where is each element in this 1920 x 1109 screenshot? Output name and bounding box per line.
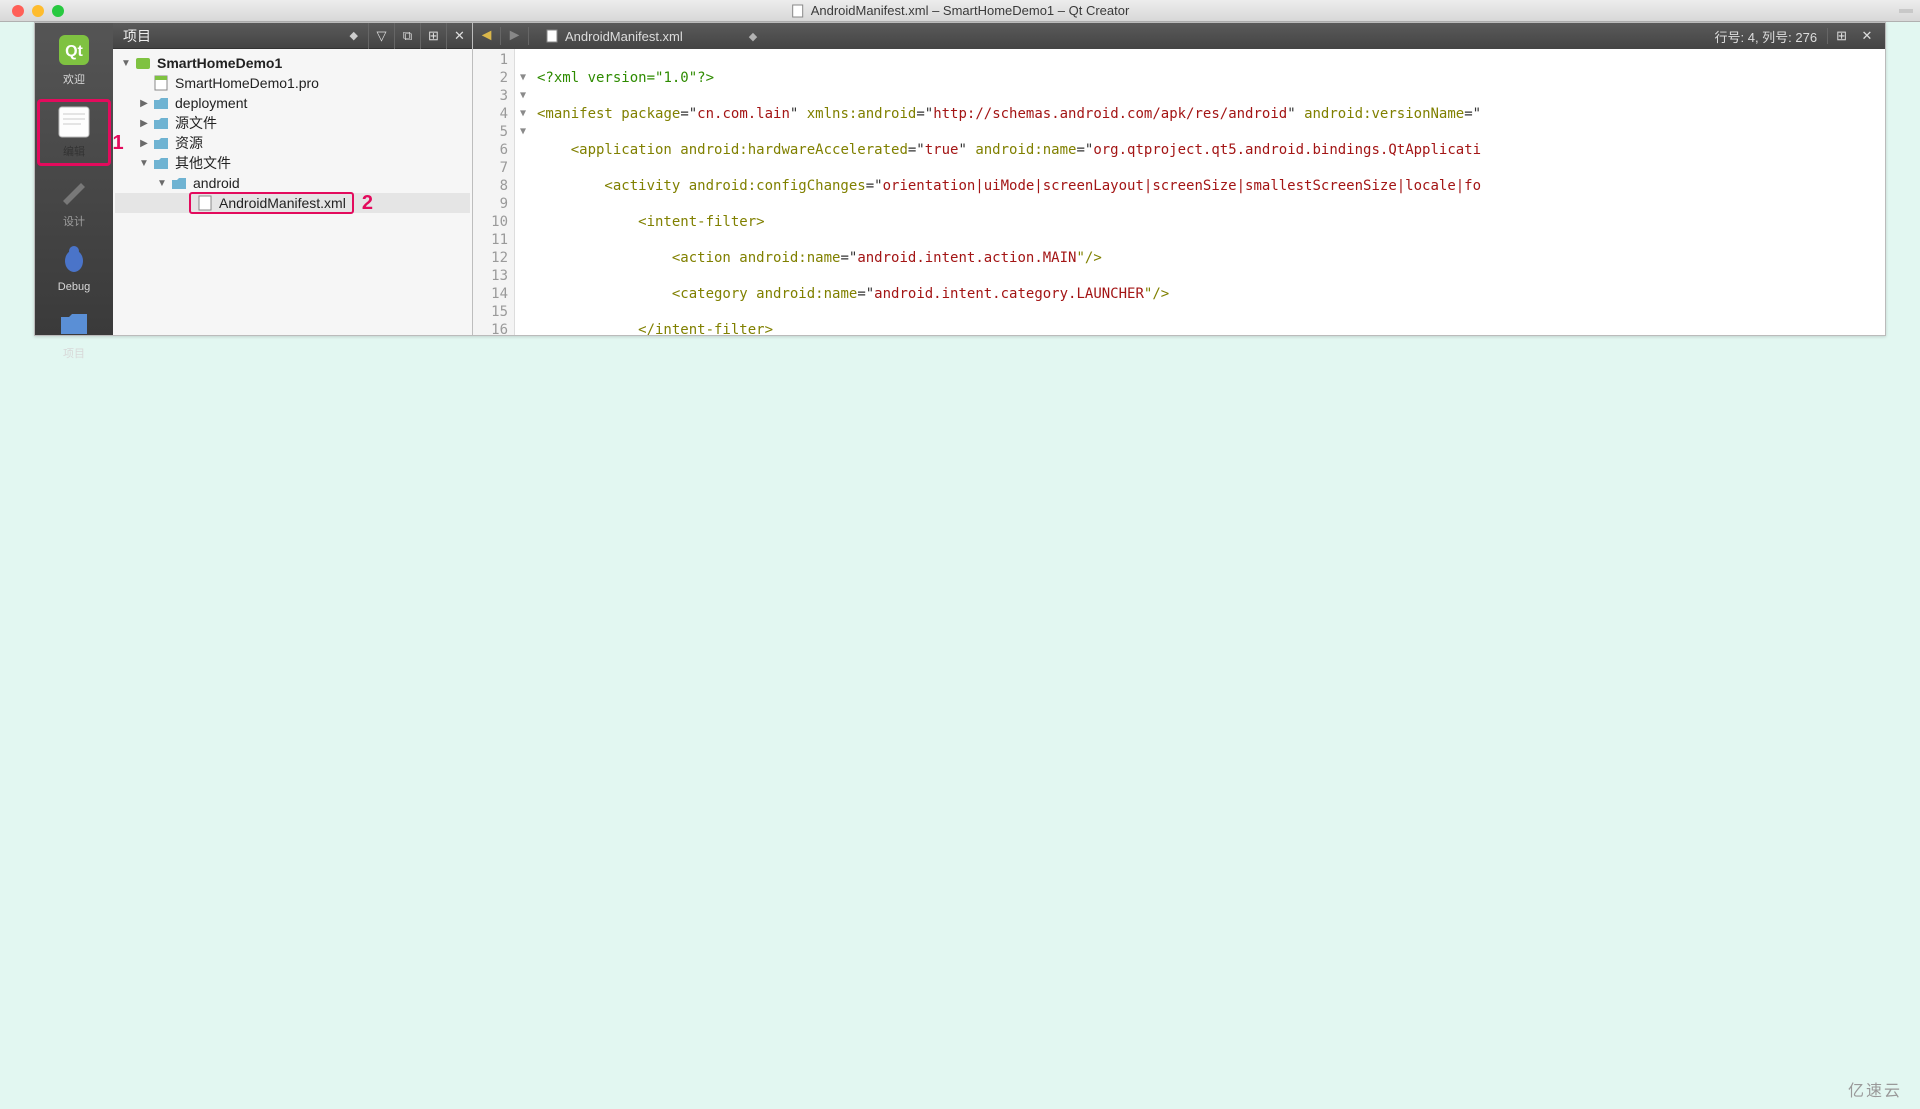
- callout-2: 2: [362, 192, 373, 215]
- minimize-window-icon[interactable]: [32, 5, 44, 17]
- zoom-window-icon[interactable]: [52, 5, 64, 17]
- close-editor-icon[interactable]: ✕: [1857, 28, 1877, 44]
- dropdown-arrow-icon: ◆: [749, 30, 757, 43]
- project-icon: [135, 55, 151, 71]
- window-title-text: AndroidManifest.xml – SmartHomeDemo1 – Q…: [811, 3, 1130, 18]
- mode-welcome[interactable]: Qt 欢迎: [42, 27, 106, 95]
- code-view[interactable]: <?xml version="1.0"?> <manifest package=…: [531, 49, 1885, 335]
- folder-icon: [153, 115, 169, 131]
- tree-resources[interactable]: ▶资源: [115, 133, 470, 153]
- close-panel-icon[interactable]: ✕: [446, 23, 472, 49]
- nav-back-icon[interactable]: ◄: [473, 27, 501, 45]
- editor-status: 行号: 4, 列号: 276 ⊞ ✕: [1715, 27, 1886, 46]
- tree-deployment[interactable]: ▶deployment: [115, 93, 470, 113]
- cursor-position: 行号: 4, 列号: 276: [1715, 27, 1818, 46]
- xml-file-icon: [197, 195, 213, 211]
- mode-design[interactable]: 设计: [42, 169, 106, 237]
- folder-icon: [153, 155, 169, 171]
- edit-icon: [57, 105, 91, 139]
- traffic-lights: [0, 5, 64, 17]
- pro-file-icon: [153, 75, 169, 91]
- titlebar: AndroidManifest.xml – SmartHomeDemo1 – Q…: [0, 0, 1920, 22]
- manifest-highlight-box: AndroidManifest.xml: [189, 192, 354, 214]
- qt-logo-icon: Qt: [57, 33, 91, 67]
- mode-debug[interactable]: Debug: [42, 237, 106, 301]
- dropdown-arrow-icon: ◆: [350, 29, 358, 42]
- project-toolbar: 项目 ◆ ▽ ⧉ ⊞ ✕: [113, 23, 472, 49]
- folder-icon: [57, 307, 91, 341]
- mode-projects[interactable]: 项目: [42, 301, 106, 369]
- nav-forward-icon[interactable]: ►: [501, 27, 529, 45]
- folder-icon: [153, 135, 169, 151]
- project-tree[interactable]: ▼SmartHomeDemo1 SmartHomeDemo1.pro ▶depl…: [113, 49, 472, 335]
- svg-text:Qt: Qt: [65, 43, 83, 60]
- tree-sources[interactable]: ▶源文件: [115, 113, 470, 133]
- document-icon: [791, 4, 805, 18]
- bug-icon: [57, 243, 91, 277]
- window-title: AndroidManifest.xml – SmartHomeDemo1 – Q…: [791, 3, 1130, 18]
- tree-android[interactable]: ▼android: [115, 173, 470, 193]
- link-icon[interactable]: ⧉: [394, 23, 420, 49]
- line-gutter: 1234 5678 9101112 13141516: [473, 49, 515, 335]
- mode-bar: Qt 欢迎 编辑 1 设计 Debug 项目: [35, 23, 113, 335]
- project-view-selector[interactable]: 项目 ◆: [113, 26, 368, 46]
- watermark: 亿速云: [1848, 1077, 1902, 1101]
- mode-edit[interactable]: 编辑: [42, 105, 106, 159]
- edit-highlight-box: 编辑: [37, 99, 111, 166]
- tree-manifest-row[interactable]: AndroidManifest.xml 2: [115, 193, 470, 213]
- editor-area: ◄ ► AndroidManifest.xml ◆ 行号: 4, 列号: 276…: [473, 23, 1885, 335]
- tree-other[interactable]: ▼其他文件: [115, 153, 470, 173]
- callout-1: 1: [112, 132, 123, 155]
- xml-file-icon: [545, 29, 559, 43]
- fold-column[interactable]: ▼▼▼ ▼: [515, 49, 531, 335]
- filter-icon[interactable]: ▽: [368, 23, 394, 49]
- project-panel: 项目 ◆ ▽ ⧉ ⊞ ✕ ▼SmartHomeDemo1 SmartHomeDe…: [113, 23, 473, 335]
- overflow-icon[interactable]: [1898, 3, 1914, 19]
- split-icon[interactable]: ⊞: [420, 23, 446, 49]
- breadcrumb[interactable]: AndroidManifest.xml ◆: [529, 29, 1715, 44]
- app-frame: Qt 欢迎 编辑 1 设计 Debug 项目 项目 ◆: [34, 22, 1886, 336]
- editor-toolbar: ◄ ► AndroidManifest.xml ◆ 行号: 4, 列号: 276…: [473, 23, 1885, 49]
- close-window-icon[interactable]: [12, 5, 24, 17]
- editor-body[interactable]: 1234 5678 9101112 13141516 ▼▼▼ ▼ <?xml v…: [473, 49, 1885, 335]
- design-icon: [57, 175, 91, 209]
- tree-root[interactable]: ▼SmartHomeDemo1: [115, 53, 470, 73]
- folder-icon: [171, 175, 187, 191]
- split-editor-icon[interactable]: ⊞: [1827, 28, 1847, 44]
- folder-icon: [153, 95, 169, 111]
- tree-pro-file[interactable]: SmartHomeDemo1.pro: [115, 73, 470, 93]
